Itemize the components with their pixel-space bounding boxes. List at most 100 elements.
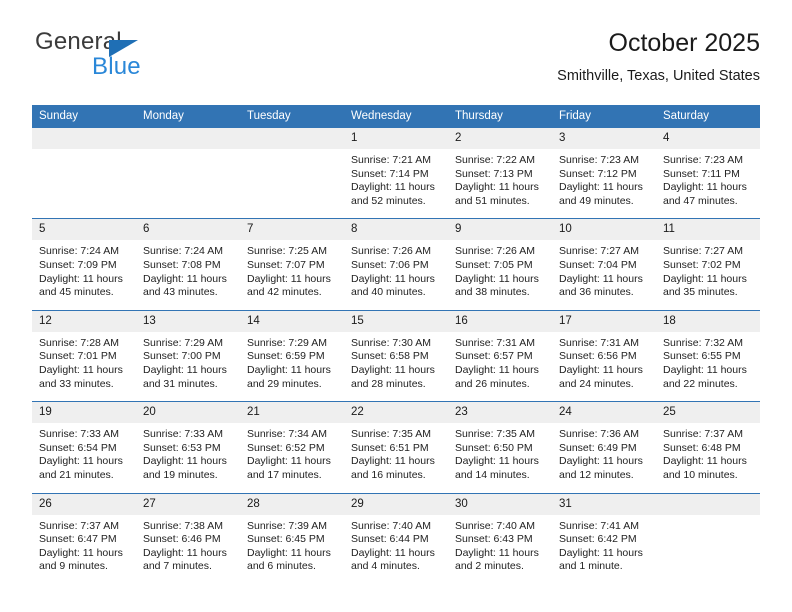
day-details: Sunrise: 7:31 AM Sunset: 6:56 PM Daylight:…: [552, 332, 656, 401]
calendar-day-cell[interactable]: 14 Sunrise: 7:29 AM Sunset: 6:59 PM Dayligh…: [240, 309, 344, 402]
sunset-text: Sunset: 6:59 PM: [247, 350, 325, 363]
day-details: Sunrise: 7:36 AM Sunset: 6:49 PM Daylight:…: [552, 423, 656, 492]
sunset-text: Sunset: 6:49 PM: [559, 441, 637, 454]
daylight-text-line2: and 47 minutes.: [663, 194, 738, 207]
day-number: 31: [552, 493, 656, 515]
sunrise-text: Sunrise: 7:29 AM: [143, 336, 223, 349]
calendar-day-cell[interactable]: 30 Sunrise: 7:40 AM Sunset: 6:43 PM Dayligh…: [448, 492, 552, 584]
sunrise-text: Sunrise: 7:23 AM: [663, 154, 743, 166]
sunrise-text: Sunrise: 7:31 AM: [559, 336, 639, 349]
calendar-day-cell[interactable]: 9 Sunrise: 7:26 AM Sunset: 7:05 PM Daylight…: [448, 218, 552, 311]
page-header: General Blue October 2025 Smithville, Te…: [32, 28, 760, 98]
day-number: 1: [344, 128, 448, 149]
sunset-text: Sunset: 6:42 PM: [559, 533, 637, 546]
daylight-text-line2: and 38 minutes.: [455, 286, 530, 299]
sunrise-text: Sunrise: 7:31 AM: [455, 336, 535, 349]
daylight-text-line1: Daylight: 11 hours: [559, 181, 643, 194]
calendar-day-cell[interactable]: 26 Sunrise: 7:37 AM Sunset: 6:47 PM Dayligh…: [32, 492, 136, 584]
calendar-day-cell[interactable]: 23 Sunrise: 7:35 AM Sunset: 6:50 PM Dayligh…: [448, 401, 552, 493]
sunset-text: Sunset: 6:44 PM: [351, 533, 429, 546]
day-number: 24: [552, 402, 656, 424]
calendar-day-cell[interactable]: 18 Sunrise: 7:32 AM Sunset: 6:55 PM Dayligh…: [656, 309, 760, 402]
calendar-day-cell[interactable]: 19 Sunrise: 7:33 AM Sunset: 6:54 PM Dayligh…: [32, 401, 136, 493]
sunset-text: Sunset: 7:12 PM: [559, 167, 637, 180]
calendar-day-cell[interactable]: 15 Sunrise: 7:30 AM Sunset: 6:58 PM Dayligh…: [344, 309, 448, 402]
calendar-day-cell[interactable]: 13 Sunrise: 7:29 AM Sunset: 7:00 PM Dayligh…: [136, 309, 240, 402]
calendar-day-cell[interactable]: 17 Sunrise: 7:31 AM Sunset: 6:56 PM Dayligh…: [552, 309, 656, 402]
daylight-text-line2: and 19 minutes.: [143, 468, 218, 481]
sunrise-text: Sunrise: 7:22 AM: [455, 154, 535, 166]
weekday-header-tuesday: Tuesday: [240, 105, 344, 128]
calendar-day-cell[interactable]: 8 Sunrise: 7:26 AM Sunset: 7:06 PM Daylight…: [344, 218, 448, 311]
sunrise-text: Sunrise: 7:39 AM: [247, 519, 327, 532]
daylight-text-line2: and 35 minutes.: [663, 286, 738, 299]
daylight-text-line1: Daylight: 11 hours: [455, 546, 539, 559]
calendar-day-cell[interactable]: 6 Sunrise: 7:24 AM Sunset: 7:08 PM Daylight…: [136, 218, 240, 311]
day-number: 2: [448, 128, 552, 149]
day-number: 8: [344, 219, 448, 241]
day-number: 22: [344, 402, 448, 424]
calendar-day-cell[interactable]: 4 Sunrise: 7:23 AM Sunset: 7:11 PM Daylight…: [656, 128, 760, 219]
sunrise-text: Sunrise: 7:29 AM: [247, 336, 327, 349]
calendar-day-cell[interactable]: 10 Sunrise: 7:27 AM Sunset: 7:04 PM Dayligh…: [552, 218, 656, 311]
daylight-text-line1: Daylight: 11 hours: [663, 455, 747, 468]
calendar-day-cell[interactable]: 29 Sunrise: 7:40 AM Sunset: 6:44 PM Dayligh…: [344, 492, 448, 584]
sunset-text: Sunset: 6:43 PM: [455, 533, 533, 546]
calendar-day-cell[interactable]: 7 Sunrise: 7:25 AM Sunset: 7:07 PM Daylight…: [240, 218, 344, 311]
brand-name-blue: Blue: [92, 53, 141, 80]
daylight-text-line2: and 12 minutes.: [559, 468, 634, 481]
day-number: [240, 128, 344, 149]
calendar-day-cell[interactable]: 24 Sunrise: 7:36 AM Sunset: 6:49 PM Dayligh…: [552, 401, 656, 493]
sunrise-text: Sunrise: 7:34 AM: [247, 428, 327, 441]
sunrise-text: Sunrise: 7:24 AM: [143, 245, 223, 258]
sunrise-text: Sunrise: 7:26 AM: [351, 245, 431, 258]
day-details: Sunrise: 7:30 AM Sunset: 6:58 PM Daylight:…: [344, 332, 448, 401]
calendar-day-cell[interactable]: 3 Sunrise: 7:23 AM Sunset: 7:12 PM Daylight…: [552, 128, 656, 219]
weekday-header-sunday: Sunday: [32, 105, 136, 128]
calendar-day-cell[interactable]: 25 Sunrise: 7:37 AM Sunset: 6:48 PM Dayligh…: [656, 401, 760, 493]
calendar-day-cell[interactable]: 22 Sunrise: 7:35 AM Sunset: 6:51 PM Dayligh…: [344, 401, 448, 493]
weekday-header-wednesday: Wednesday: [344, 105, 448, 128]
calendar-day-cell[interactable]: 28 Sunrise: 7:39 AM Sunset: 6:45 PM Dayligh…: [240, 492, 344, 584]
daylight-text-line1: Daylight: 11 hours: [455, 455, 539, 468]
sunset-text: Sunset: 6:50 PM: [455, 441, 533, 454]
daylight-text-line1: Daylight: 11 hours: [663, 272, 747, 285]
daylight-text-line2: and 40 minutes.: [351, 286, 426, 299]
day-details: Sunrise: 7:27 AM Sunset: 7:02 PM Daylight:…: [656, 240, 760, 309]
day-details: [240, 149, 344, 207]
sunset-text: Sunset: 6:52 PM: [247, 441, 325, 454]
calendar-day-cell[interactable]: 31 Sunrise: 7:41 AM Sunset: 6:42 PM Dayligh…: [552, 492, 656, 584]
day-details: Sunrise: 7:31 AM Sunset: 6:57 PM Daylight:…: [448, 332, 552, 401]
sunrise-text: Sunrise: 7:27 AM: [663, 245, 743, 258]
daylight-text-line1: Daylight: 11 hours: [455, 363, 539, 376]
day-number: 14: [240, 310, 344, 332]
calendar-day-cell-empty: [32, 128, 136, 219]
day-number: [136, 128, 240, 149]
calendar-day-cell[interactable]: 5 Sunrise: 7:24 AM Sunset: 7:09 PM Daylight…: [32, 218, 136, 311]
day-details: Sunrise: 7:25 AM Sunset: 7:07 PM Daylight:…: [240, 240, 344, 309]
day-details: Sunrise: 7:32 AM Sunset: 6:55 PM Daylight:…: [656, 332, 760, 401]
calendar-day-cell[interactable]: 11 Sunrise: 7:27 AM Sunset: 7:02 PM Dayligh…: [656, 218, 760, 311]
calendar-day-cell[interactable]: 21 Sunrise: 7:34 AM Sunset: 6:52 PM Dayligh…: [240, 401, 344, 493]
calendar-day-cell[interactable]: 1 Sunrise: 7:21 AM Sunset: 7:14 PM Daylight…: [344, 128, 448, 219]
day-number: 16: [448, 310, 552, 332]
day-number: 25: [656, 402, 760, 424]
day-number: [656, 493, 760, 515]
calendar-day-cell[interactable]: 16 Sunrise: 7:31 AM Sunset: 6:57 PM Dayligh…: [448, 309, 552, 402]
sunrise-text: Sunrise: 7:27 AM: [559, 245, 639, 258]
calendar-day-cell[interactable]: 2 Sunrise: 7:22 AM Sunset: 7:13 PM Daylight…: [448, 128, 552, 219]
day-details: Sunrise: 7:28 AM Sunset: 7:01 PM Daylight:…: [32, 332, 136, 401]
sunset-text: Sunset: 7:07 PM: [247, 258, 325, 271]
calendar-day-cell[interactable]: 20 Sunrise: 7:33 AM Sunset: 6:53 PM Dayligh…: [136, 401, 240, 493]
sunset-text: Sunset: 7:14 PM: [351, 167, 429, 180]
calendar-header-row: Sunday Monday Tuesday Wednesday Thursday…: [32, 105, 760, 128]
day-details: Sunrise: 7:29 AM Sunset: 7:00 PM Daylight:…: [136, 332, 240, 401]
daylight-text-line2: and 9 minutes.: [39, 560, 108, 573]
day-number: 5: [32, 219, 136, 241]
sunrise-text: Sunrise: 7:37 AM: [39, 519, 119, 532]
brand-logo[interactable]: General Blue: [32, 28, 252, 90]
calendar-day-cell[interactable]: 12 Sunrise: 7:28 AM Sunset: 7:01 PM Dayligh…: [32, 309, 136, 402]
day-details: Sunrise: 7:26 AM Sunset: 7:05 PM Daylight:…: [448, 240, 552, 309]
calendar-day-cell[interactable]: 27 Sunrise: 7:38 AM Sunset: 6:46 PM Dayligh…: [136, 492, 240, 584]
daylight-text-line2: and 14 minutes.: [455, 468, 530, 481]
